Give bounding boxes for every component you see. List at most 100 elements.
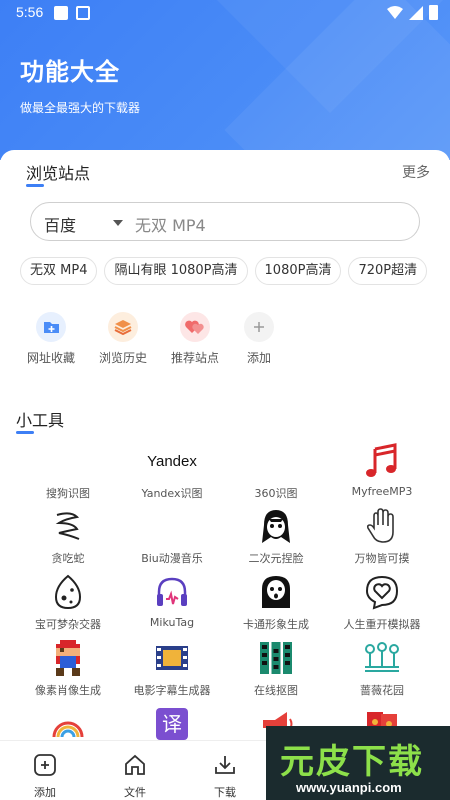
quick-label: 网址收藏 <box>26 351 75 365</box>
browse-heading-label: 浏览站点 <box>26 164 91 183</box>
search-chip[interactable]: 720P超清 <box>348 257 428 285</box>
layers-icon <box>108 312 138 342</box>
nav-add[interactable]: 添加 <box>15 753 75 800</box>
heading-underline <box>16 431 34 434</box>
status-time: 5:56 <box>16 4 44 20</box>
nav-label: 文件 <box>124 786 146 799</box>
chevron-down-icon[interactable] <box>113 220 123 226</box>
search-chip[interactable]: 隔山有眼 1080P高清 <box>104 257 248 285</box>
tool-item[interactable]: 蔷薇花园 <box>326 638 438 698</box>
plus-icon <box>244 312 274 342</box>
browse-heading: 浏览站点 <box>26 160 91 187</box>
tool-item[interactable]: 贪吃蛇 <box>12 506 124 566</box>
tool-label: 宝可梦杂交器 <box>35 618 101 631</box>
tool-item[interactable]: MyfreeMP3 <box>326 441 438 498</box>
more-link[interactable]: 更多 <box>402 162 430 182</box>
translate-logo-text: 译 <box>156 708 188 740</box>
tool-item[interactable]: 二次元捏脸 <box>220 506 332 566</box>
tool-item[interactable]: 像素肖像生成 <box>12 638 124 698</box>
egg-icon <box>12 572 124 612</box>
page-subtitle: 做最全最强大的下载器 <box>20 101 141 115</box>
film-icon <box>116 638 228 678</box>
watermark-brand: 元皮下载 <box>280 742 424 782</box>
tool-item[interactable]: 搜狗识图 <box>12 441 124 501</box>
tool-item[interactable]: 人生重开模拟器 <box>326 572 438 632</box>
add-site-button[interactable]: 添加 <box>224 312 294 366</box>
search-chip[interactable]: 1080P高清 <box>254 257 342 285</box>
quick-label: 添加 <box>246 351 271 365</box>
hot-search-chips: 无双 MP4 隔山有眼 1080P高清 1080P高清 720P超清 <box>20 257 435 285</box>
yandex-logo-text: Yandex <box>147 452 197 470</box>
nav-files[interactable]: 文件 <box>105 753 165 800</box>
home-icon <box>125 754 145 775</box>
tool-label: 卡通形象生成 <box>243 618 309 631</box>
music-note-icon <box>326 441 438 481</box>
tool-label: 贪吃蛇 <box>51 552 85 565</box>
rainbow-icon <box>12 704 124 744</box>
360-icon <box>220 441 332 481</box>
ghost-icon <box>220 572 332 612</box>
bookmarks-button[interactable]: 网址收藏 <box>16 312 86 366</box>
tool-label: 360识图 <box>254 487 298 500</box>
tool-item[interactable]: 万物皆可摸 <box>326 506 438 566</box>
hearts-icon <box>180 312 210 342</box>
tool-label: 人生重开模拟器 <box>343 618 421 631</box>
heading-underline <box>26 184 44 187</box>
tool-item[interactable]: 360识图 <box>220 441 332 501</box>
tool-label: 二次元捏脸 <box>248 552 304 565</box>
tool-item[interactable]: 宝可梦杂交器 <box>12 572 124 632</box>
folder-plus-icon <box>36 312 66 342</box>
tool-label: 像素肖像生成 <box>35 684 101 697</box>
yandex-logo: Yandex <box>116 441 228 481</box>
tool-label: 万物皆可摸 <box>354 552 410 565</box>
tool-item[interactable]: 在线抠图 <box>220 638 332 698</box>
tools-heading: 小工具 <box>16 407 65 434</box>
sogou-icon <box>12 441 124 481</box>
tool-label: Yandex识图 <box>141 487 203 500</box>
nav-label: 添加 <box>34 786 56 799</box>
translate-icon: 译 <box>116 704 228 744</box>
notification-icon <box>76 6 90 20</box>
tool-item[interactable]: 电影字幕生成器 <box>116 638 228 698</box>
tool-item[interactable]: Yandex Yandex识图 <box>116 441 228 501</box>
recommended-sites-button[interactable]: 推荐站点 <box>160 312 230 366</box>
tool-label: 搜狗识图 <box>46 487 90 500</box>
search-input[interactable]: 无双 MP4 <box>135 212 206 236</box>
battery-icon <box>429 5 438 20</box>
tool-item[interactable]: 译 <box>116 704 228 744</box>
tool-label: 电影字幕生成器 <box>133 684 211 697</box>
search-bar[interactable]: 百度 无双 MP4 <box>30 202 420 241</box>
quick-label: 浏览历史 <box>98 351 147 365</box>
headphones-icon <box>116 572 228 612</box>
tool-label: 蔷薇花园 <box>360 684 404 697</box>
search-chip[interactable]: 无双 MP4 <box>20 257 98 285</box>
quick-label: 推荐站点 <box>170 351 219 365</box>
notification-icon <box>54 6 68 20</box>
tool-label: Biu动漫音乐 <box>141 552 203 565</box>
hand-icon <box>326 506 438 546</box>
nav-label: 下载 <box>214 786 236 799</box>
tools-heading-label: 小工具 <box>16 411 65 430</box>
page-title: 功能大全 <box>20 58 120 86</box>
watermark-url: www.yuanpi.com <box>296 780 402 795</box>
heart-bubble-icon <box>326 572 438 612</box>
header-banner: 5:56 功能大全 做最全最强大的下载器 <box>0 0 450 160</box>
nav-download[interactable]: 下载 <box>195 753 255 800</box>
pixel-mario-icon <box>12 638 124 678</box>
tool-item[interactable]: 卡通形象生成 <box>220 572 332 632</box>
garden-icon <box>326 638 438 678</box>
history-button[interactable]: 浏览历史 <box>88 312 158 366</box>
filmstrip-icon <box>220 638 332 678</box>
add-box-icon <box>34 754 56 776</box>
tool-item[interactable]: Biu动漫音乐 <box>116 506 228 566</box>
tool-label: MikuTag <box>149 616 195 629</box>
tool-item[interactable] <box>12 704 124 744</box>
tool-item[interactable]: MikuTag <box>116 572 228 629</box>
download-icon <box>215 756 235 774</box>
tool-label: 在线抠图 <box>254 684 298 697</box>
search-engine-select[interactable]: 百度 <box>44 212 76 236</box>
status-bar: 5:56 <box>0 0 450 26</box>
anime-face-icon <box>220 506 332 546</box>
tool-label: MyfreeMP3 <box>351 485 413 498</box>
snake-icon <box>12 506 124 546</box>
